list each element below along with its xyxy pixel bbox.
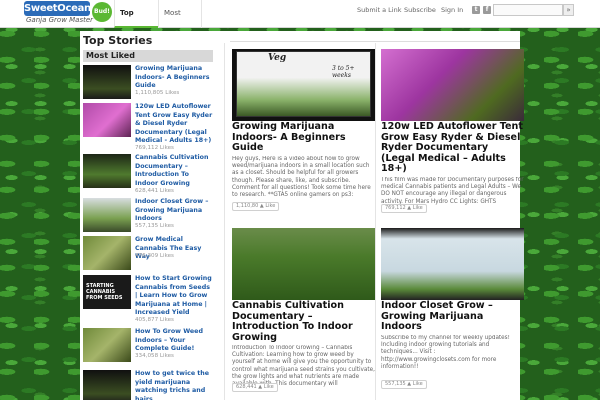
video-thumbnail[interactable]: [83, 198, 131, 232]
like-count: 405,877 Likes: [135, 317, 174, 323]
like-button[interactable]: 769,112 ▲ Like: [381, 204, 427, 213]
logo-tagline: Ganja Grow Master: [26, 16, 94, 24]
facebook-icon[interactable]: f: [483, 6, 491, 14]
list-item[interactable]: How to get twice the yield marijuana wat…: [83, 370, 213, 400]
like-button[interactable]: 628,441 ▲ Like: [232, 383, 278, 392]
story-title[interactable]: Growing Marijuana Indoors- A Beginners G…: [232, 121, 375, 154]
list-item-title[interactable]: 120w LED Autoflower Tent Grow Easy Ryder…: [135, 103, 213, 146]
like-count: 1,110,805 Likes: [135, 90, 180, 96]
subscribe-link[interactable]: Subscribe: [404, 0, 436, 28]
story-description: This film was made for Documentary purpo…: [381, 177, 524, 206]
like-count: 628,441 Likes: [135, 188, 174, 194]
list-item[interactable]: STARTING CANNABIS FROM SEEDS How to Star…: [83, 275, 213, 323]
column-divider: [224, 43, 225, 400]
list-item[interactable]: 120w LED Autoflower Tent Grow Easy Ryder…: [83, 103, 213, 151]
logo-wordmark: SweetOcean: [24, 1, 91, 16]
search-button[interactable]: »: [563, 4, 574, 16]
like-count: 557,135 Likes: [135, 223, 174, 229]
video-thumbnail[interactable]: [83, 103, 131, 137]
story-description: Introduction To Indoor Growing – Cannabi…: [232, 345, 375, 388]
list-item-title[interactable]: How to get twice the yield marijuana wat…: [135, 370, 213, 400]
title-divider: [230, 41, 520, 42]
story-thumbnail[interactable]: [381, 228, 524, 300]
like-label: Like: [265, 203, 276, 209]
thumbnail-image: [236, 51, 371, 117]
list-item-title[interactable]: How To Grow Weed Indoors – Your Complete…: [135, 328, 213, 354]
video-thumbnail[interactable]: STARTING CANNABIS FROM SEEDS: [83, 275, 131, 309]
list-item-title[interactable]: How to Start Growing Cannabis from Seeds…: [135, 275, 213, 318]
thumbs-up-icon: ▲: [258, 384, 263, 390]
video-thumbnail[interactable]: [83, 328, 131, 362]
story-title[interactable]: Cannabis Cultivation Documentary – Intro…: [232, 300, 375, 343]
logo-badge: Bud!: [92, 2, 112, 22]
thumbnail-caption: 3 to 5+ weeks: [332, 65, 355, 79]
list-item[interactable]: Grow Medical Cannabis The Easy Way 476,3…: [83, 236, 213, 278]
site-logo[interactable]: SweetOcean Ganja Grow Master Bud!: [24, 1, 112, 27]
like-count: 769,112 Likes: [135, 145, 174, 151]
like-label: Like: [412, 381, 423, 387]
submit-link[interactable]: Submit a Link: [357, 0, 401, 28]
list-item[interactable]: Growing Marijuana Indoors- A Beginners G…: [83, 65, 213, 107]
video-thumbnail[interactable]: [83, 154, 131, 188]
thumbs-up-icon: ▲: [407, 205, 412, 211]
list-item[interactable]: Indoor Closet Grow – Growing Marijuana I…: [83, 198, 213, 240]
list-item[interactable]: Cannabis Cultivation Documentary – Intro…: [83, 154, 213, 196]
story-title[interactable]: Indoor Closet Grow – Growing Marijuana I…: [381, 300, 524, 333]
like-count: 769,112: [385, 205, 406, 211]
like-label: Like: [263, 384, 274, 390]
search-input[interactable]: [493, 4, 563, 16]
story-title[interactable]: 120w LED Autoflower Tent Grow Easy Ryder…: [381, 121, 524, 175]
story-description: Hey guys, Here is a video about how to g…: [232, 156, 371, 199]
like-count: 1,110,80: [236, 203, 259, 209]
list-item[interactable]: How To Grow Weed Indoors – Your Complete…: [83, 328, 213, 370]
like-button[interactable]: 1,110,80 ▲ Like: [232, 202, 280, 211]
thumbnail-caption: Veg: [268, 53, 287, 63]
tab-top-stories[interactable]: Top Stories: [114, 0, 158, 43]
like-count: 557,135: [385, 381, 406, 387]
most-liked-heading: Most Liked: [83, 50, 213, 62]
story-thumbnail[interactable]: [232, 228, 375, 300]
list-item-title[interactable]: Cannabis Cultivation Documentary – Intro…: [135, 154, 213, 188]
like-button[interactable]: 557,135 ▲ Like: [381, 380, 427, 389]
story-thumbnail[interactable]: Veg 3 to 5+ weeks: [232, 49, 375, 121]
twitter-icon[interactable]: t: [472, 6, 480, 14]
like-label: Like: [412, 205, 423, 211]
most-liked-sidebar: Most Liked Growing Marijuana Indoors- A …: [83, 50, 213, 400]
list-item-title[interactable]: Growing Marijuana Indoors- A Beginners G…: [135, 65, 213, 91]
column-divider: [375, 43, 376, 400]
main-content: Top Stories Most Liked Growing Marijuana…: [80, 31, 524, 400]
thumbs-up-icon: ▲: [407, 381, 412, 387]
story-description: Subscribe to my channel for weekly updat…: [381, 335, 510, 370]
tab-most-recent[interactable]: Most Recent: [158, 0, 202, 43]
sign-in-link[interactable]: Sign In: [441, 0, 463, 28]
story-thumbnail[interactable]: [381, 49, 524, 121]
like-count: 628,441: [236, 384, 257, 390]
video-thumbnail[interactable]: [83, 236, 131, 270]
like-count: 334,058 Likes: [135, 353, 174, 359]
page-title: Top Stories: [83, 34, 153, 47]
list-item-title[interactable]: Indoor Closet Grow – Growing Marijuana I…: [135, 198, 213, 224]
like-count: 476,309 Likes: [135, 253, 174, 259]
video-thumbnail[interactable]: [83, 370, 131, 400]
thumbs-up-icon: ▲: [259, 203, 264, 209]
video-thumbnail[interactable]: [83, 65, 131, 99]
site-header: SweetOcean Ganja Grow Master Bud! Top St…: [0, 0, 600, 43]
